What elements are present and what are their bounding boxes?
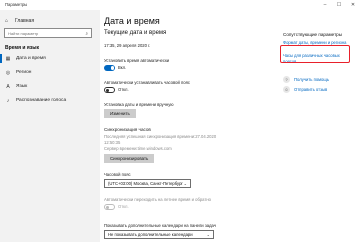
page-title: Дата и время (104, 16, 160, 26)
sidebar-item-language[interactable]: A Язык (0, 80, 100, 93)
toggle-switch-disabled[interactable] (104, 204, 115, 210)
timezone-value: (UTC+03:00) Москва, Санкт-Петербург (108, 181, 183, 186)
auto-timezone-toggle[interactable]: Откл. (104, 87, 129, 93)
timezone-label: Часовой пояс (104, 172, 131, 177)
home-icon: ⌂ (5, 18, 9, 24)
feedback-icon: ☺ (283, 86, 290, 93)
auto-time-toggle[interactable]: Вкл. (104, 65, 126, 71)
window-title: Параметры (5, 2, 28, 7)
chevron-down-icon: ⌄ (206, 232, 210, 237)
sidebar-home-label: Главная (15, 18, 35, 24)
dst-state: Откл. (118, 204, 129, 210)
dst-label: Автоматически переходить на летнее время… (104, 197, 211, 202)
search-icon: ⌕ (85, 31, 88, 36)
sidebar-item-label: Распознавание голоса (16, 98, 67, 103)
title-bar: Параметры – ☐ ✕ (0, 0, 360, 10)
microphone-icon: ♪ (6, 97, 10, 104)
sidebar-home[interactable]: ⌂ Главная (5, 18, 34, 24)
calendars-value: Не показывать дополнительные календари (108, 232, 193, 237)
window-controls: – ☐ ✕ (318, 0, 360, 10)
calendar-icon: ▦ (5, 55, 11, 62)
sidebar: ⌂ Главная Найти параметр ⌕ Время и язык … (0, 10, 100, 242)
maximize-icon[interactable]: ☐ (332, 0, 346, 10)
manual-datetime-label: Установка даты и времени вручную (104, 102, 174, 107)
close-icon[interactable]: ✕ (346, 0, 360, 10)
sync-button[interactable]: Синхронизировать (104, 154, 155, 163)
minimize-icon[interactable]: – (318, 0, 332, 10)
auto-timezone-label: Автоматически устанавливать часовой пояс (104, 80, 190, 85)
main-content: Дата и время Текущие дата и время 17:35,… (104, 10, 274, 242)
sync-server: Сервер времени:time.windows.com (104, 146, 172, 151)
dst-toggle[interactable]: Откл. (104, 204, 129, 210)
section-title: Время и язык (5, 45, 40, 51)
related-settings-heading: Сопутствующие параметры (283, 32, 343, 37)
toggle-switch-off[interactable] (104, 87, 115, 93)
globe-icon: ◎ (5, 69, 11, 76)
language-icon: A (6, 83, 10, 90)
sidebar-item-region[interactable]: ◎ Регион (0, 66, 100, 79)
auto-timezone-state: Откл. (118, 87, 129, 93)
sync-last-time: 12:50:35 (104, 140, 121, 145)
sync-last-success: Последняя успешная синхронизация времени… (104, 134, 217, 139)
chevron-down-icon: ⌄ (183, 181, 187, 186)
current-datetime-heading: Текущие дата и время (104, 30, 167, 36)
sidebar-item-speech[interactable]: ♪ Распознавание голоса (0, 94, 100, 107)
toggle-switch-on[interactable] (104, 65, 115, 71)
sync-heading: Синхронизация часов (104, 127, 151, 132)
feedback-link[interactable]: ☺ Отправить отзыв (283, 86, 327, 93)
sidebar-item-label: Язык (16, 84, 28, 89)
sidebar-item-date-time[interactable]: ▦ Дата и время (0, 52, 100, 65)
get-help-label: Получить помощь (294, 77, 329, 82)
change-button[interactable]: Изменить (104, 109, 136, 118)
feedback-label: Отправить отзыв (294, 87, 328, 92)
sidebar-item-label: Дата и время (16, 56, 46, 61)
calendars-select[interactable]: Не показывать дополнительные календари ⌄ (104, 230, 214, 239)
settings-window: Параметры – ☐ ✕ ⌂ Главная Найти параметр… (0, 0, 360, 242)
help-icon: ? (283, 76, 290, 83)
auto-time-state: Вкл. (118, 65, 127, 71)
get-help-link[interactable]: ? Получить помощь (283, 76, 329, 83)
search-input[interactable]: Найти параметр ⌕ (4, 28, 92, 38)
calendars-label: Показывать дополнительные календари на п… (104, 223, 216, 228)
sidebar-item-label: Регион (16, 70, 32, 75)
search-placeholder: Найти параметр (8, 31, 39, 36)
auto-time-label: Установить время автоматически (104, 58, 170, 63)
highlight-box (280, 45, 350, 63)
current-datetime: 17:35, 29 апреля 2020 г. (104, 43, 151, 48)
timezone-select[interactable]: (UTC+03:00) Москва, Санкт-Петербург ⌄ (104, 179, 191, 188)
